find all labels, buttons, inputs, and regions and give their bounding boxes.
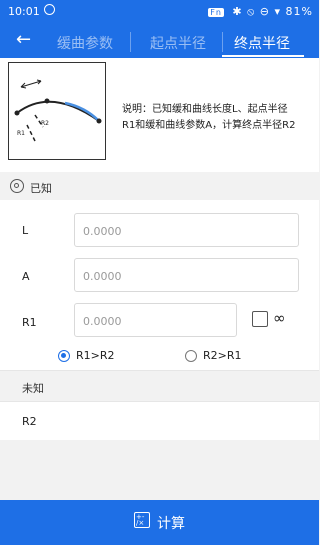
- diagram-label-r1: R1: [17, 130, 25, 137]
- radio-r2-gt-r1-label[interactable]: R2>R1: [203, 349, 242, 362]
- tab-divider: [130, 32, 131, 52]
- fn-badge: Fn: [208, 8, 224, 17]
- description-line-2: R1和缓和曲线参数A，计算终点半径R2: [122, 120, 296, 131]
- known-section-title: 已知: [30, 182, 52, 195]
- tab-end-radius[interactable]: 终点半径: [234, 33, 290, 53]
- input-form: L 0.0000 A 0.0000 R1 0.0000 ∞ R1>R2 R2>R…: [0, 200, 319, 370]
- battery-level: 81%: [285, 5, 313, 18]
- status-icons: Fn ✱ ⦸ ⊖ ▾ 81%: [208, 5, 313, 19]
- calculator-icon: +- /×: [134, 512, 150, 528]
- infinity-label: ∞: [273, 309, 286, 327]
- radio-r1-gt-r2-label[interactable]: R1>R2: [76, 349, 115, 362]
- curve-diagram: R2 R1: [8, 62, 106, 160]
- known-section-header: 已知: [0, 172, 319, 200]
- r1-input[interactable]: 0.0000: [74, 303, 237, 337]
- status-time: 10:01: [8, 5, 40, 18]
- app-bar: 10:01 Fn ✱ ⦸ ⊖ ▾ 81% ← 缓曲参数 起点半径 终点半径: [0, 0, 319, 58]
- description-line-1: 说明：已知缓和曲线长度L、起点半径: [122, 104, 288, 115]
- result-label-r2: R2: [22, 415, 37, 428]
- radio-r1-gt-r2[interactable]: [58, 350, 70, 362]
- tab-divider: [222, 32, 223, 52]
- field-label-a: A: [22, 270, 30, 283]
- back-arrow-icon[interactable]: ←: [16, 29, 31, 50]
- calculate-button-label: 计算: [157, 516, 185, 532]
- field-label-l: L: [22, 224, 29, 237]
- curve-diagram-svg: R2 R1: [14, 79, 102, 142]
- tab-start-radius[interactable]: 起点半径: [150, 33, 206, 53]
- system-icons: ✱ ⦸ ⊖ ▾: [232, 5, 282, 18]
- tab-transition-params[interactable]: 缓曲参数: [57, 33, 113, 53]
- notification-icon: [44, 4, 55, 15]
- active-tab-indicator: [222, 55, 304, 57]
- infinity-checkbox[interactable]: [252, 311, 268, 327]
- field-label-r1: R1: [22, 316, 37, 329]
- unknown-section-header: 未知: [0, 370, 319, 401]
- tab-bar: ← 缓曲参数 起点半径 终点半径: [0, 26, 319, 58]
- status-bar: 10:01 Fn ✱ ⦸ ⊖ ▾ 81%: [0, 0, 319, 24]
- unknown-section-title: 未知: [22, 382, 44, 395]
- l-input[interactable]: 0.0000: [74, 213, 299, 247]
- a-input[interactable]: 0.0000: [74, 258, 299, 292]
- target-icon: [10, 179, 24, 193]
- radio-r2-gt-r1[interactable]: [185, 350, 197, 362]
- description-card: R2 R1 说明：已知缓和曲线长度L、起点半径 R1和缓和曲线参数A，计算终点半…: [0, 58, 319, 172]
- result-row: R2: [0, 401, 319, 440]
- diagram-label-r2: R2: [41, 120, 49, 127]
- calculate-button[interactable]: +- /× 计算: [0, 500, 319, 545]
- description-text: 说明：已知缓和曲线长度L、起点半径 R1和缓和曲线参数A，计算终点半径R2: [122, 102, 312, 134]
